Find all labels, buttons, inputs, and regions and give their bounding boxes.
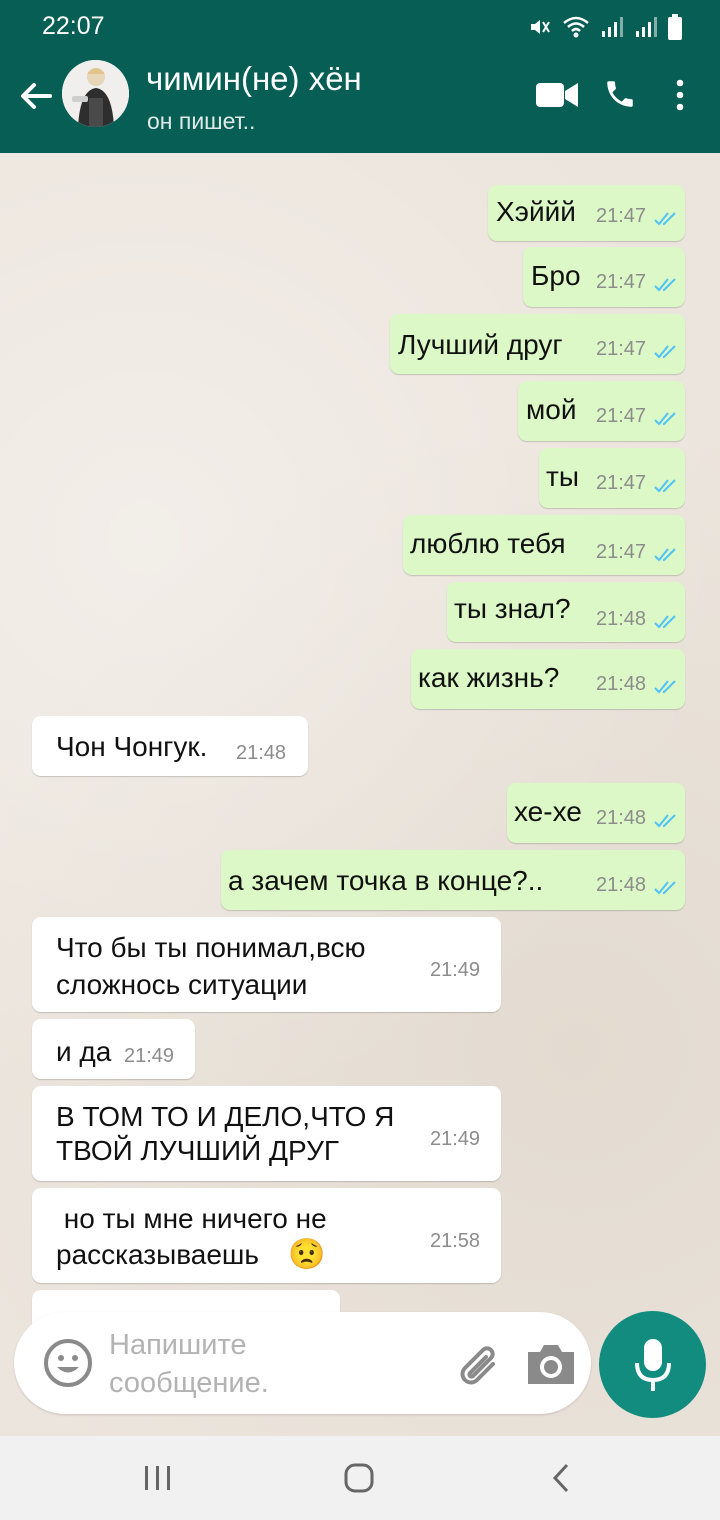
read-receipt-icon [654, 548, 676, 562]
recent-apps-icon[interactable] [143, 1464, 173, 1492]
message-bubble-outgoing[interactable]: ты знал? 21:48 [447, 582, 685, 642]
message-bubble-incoming[interactable]: Что бы ты понимал,всю сложнось ситуации … [32, 917, 501, 1012]
message-time: 21:48 [596, 673, 647, 695]
status-time: 22:07 [42, 12, 105, 40]
read-receipt-icon [654, 881, 676, 895]
message-time: 21:47 [596, 205, 647, 227]
message-time: 21:47 [596, 271, 647, 293]
message-bubble-outgoing[interactable]: ты 21:47 [539, 448, 685, 508]
message-text: Хэййй [496, 196, 576, 227]
message-text-line: но ты мне ничего не [56, 1203, 327, 1234]
battery-icon [668, 14, 682, 40]
message-bubble-outgoing[interactable]: хе-хе 21:48 [507, 783, 685, 843]
nav-back-icon[interactable] [551, 1462, 571, 1494]
message-time: 21:49 [430, 1128, 481, 1150]
voice-message-button[interactable] [599, 1311, 706, 1418]
system-navigation-bar [0, 1436, 720, 1520]
read-receipt-icon [654, 615, 676, 629]
message-text-line: сложнось ситуации [56, 969, 308, 1000]
message-time: 21:47 [596, 472, 647, 494]
message-bubble-incoming[interactable]: В ТОМ ТО И ДЕЛО,ЧТО Я ТВОЙ ЛУЧШИЙ ДРУГ 2… [32, 1086, 501, 1181]
wifi-icon [563, 16, 589, 38]
back-arrow-icon[interactable] [16, 76, 56, 116]
read-receipt-icon [654, 412, 676, 426]
message-time: 21:47 [596, 338, 647, 360]
message-time: 21:58 [430, 1230, 481, 1252]
status-icons [528, 14, 682, 40]
camera-icon[interactable] [524, 1342, 578, 1386]
message-text-line: рассказываешь [56, 1239, 259, 1270]
message-bubble-incoming[interactable]: но ты мне ничего не рассказываешь 😟 21:5… [32, 1188, 501, 1283]
message-bubble-outgoing[interactable]: люблю тебя 21:47 [403, 515, 685, 575]
message-text: хе-хе [514, 796, 582, 827]
message-composer: Напишите сообщение. [14, 1312, 591, 1414]
read-receipt-icon [654, 345, 676, 359]
home-icon[interactable] [343, 1462, 375, 1494]
message-text: Лучший друг [398, 329, 563, 360]
message-text: а зачем точка в конце?.. [228, 865, 544, 896]
message-text: ты [546, 461, 579, 492]
message-text-line: В ТОМ ТО И ДЕЛО,ЧТО Я [56, 1101, 395, 1132]
message-time: 21:49 [430, 959, 481, 981]
read-receipt-icon [654, 680, 676, 694]
message-time: 21:48 [236, 742, 287, 764]
read-receipt-icon [654, 278, 676, 292]
video-call-icon[interactable] [536, 81, 578, 109]
message-text: Чон Чонгук. [56, 731, 208, 762]
message-bubble-outgoing[interactable]: Бро 21:47 [523, 247, 685, 307]
voice-call-icon[interactable] [603, 77, 637, 111]
status-bar: 22:07 [0, 0, 720, 52]
message-text: ты знал? [454, 593, 571, 624]
signal-icon [602, 17, 623, 37]
message-bubble-outgoing[interactable]: мой 21:47 [518, 381, 685, 441]
read-receipt-icon [654, 479, 676, 493]
contact-name[interactable]: чимин(не) хён [146, 60, 362, 98]
emoji-icon[interactable] [42, 1337, 94, 1389]
more-options-icon[interactable] [670, 78, 690, 112]
message-text: Бро [531, 260, 581, 291]
message-time: 21:48 [596, 807, 647, 829]
message-text: как жизнь? [418, 662, 560, 693]
message-time: 21:49 [124, 1045, 175, 1067]
signal-icon-2 [636, 17, 657, 37]
message-time: 21:47 [596, 541, 647, 563]
typing-status: он пишет.. [147, 108, 256, 134]
message-time: 21:47 [596, 405, 647, 427]
message-text: мой [526, 394, 577, 425]
read-receipt-icon [654, 814, 676, 828]
microphone-icon [635, 1339, 671, 1391]
message-time: 21:48 [596, 874, 647, 896]
contact-avatar[interactable] [62, 60, 129, 127]
message-text: люблю тебя [410, 528, 566, 559]
read-receipt-icon [654, 212, 676, 226]
message-bubble-outgoing[interactable]: как жизнь? 21:48 [411, 649, 685, 709]
message-bubble-outgoing[interactable]: а зачем точка в конце?.. 21:48 [221, 850, 685, 910]
message-bubble-incoming[interactable]: Чон Чонгук. 21:48 [32, 716, 308, 776]
message-bubble-outgoing[interactable]: Лучший друг 21:47 [390, 314, 685, 374]
message-bubble-outgoing[interactable]: Хэййй 21:47 [488, 185, 685, 241]
mute-icon [531, 20, 550, 34]
attach-icon[interactable] [455, 1342, 503, 1390]
message-bubble-incoming[interactable]: и да 21:49 [32, 1019, 195, 1079]
message-text-line: Что бы ты понимал,всю [56, 932, 366, 963]
message-input[interactable]: Напишите сообщение. [109, 1326, 429, 1402]
chat-header: чимин(не) хён он пишет.. [0, 52, 720, 153]
message-text-line: ТВОЙ ЛУЧШИЙ ДРУГ [56, 1135, 340, 1166]
message-text: и да [56, 1036, 112, 1067]
message-list[interactable]: Хэййй 21:47 Бро 21:47 Лучший друг 21:47 … [0, 153, 720, 1436]
emoji-worried: 😟 [288, 1238, 326, 1271]
message-time: 21:48 [596, 608, 647, 630]
